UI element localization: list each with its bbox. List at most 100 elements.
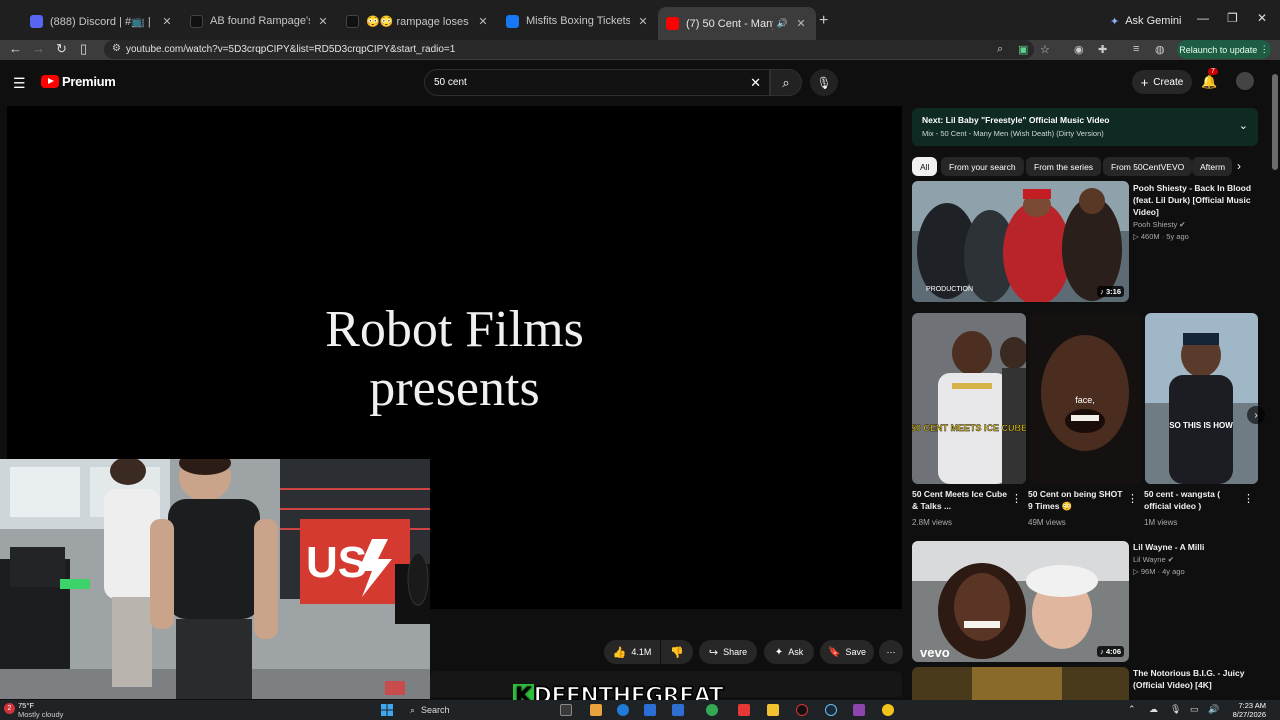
steam-icon[interactable] bbox=[825, 704, 837, 716]
chevron-right-icon[interactable]: › bbox=[1237, 159, 1241, 173]
weather-widget[interactable]: 75°F Mostly cloudy bbox=[18, 701, 63, 719]
weather-condition: Mostly cloudy bbox=[18, 710, 64, 719]
close-tab-icon[interactable]: ✕ bbox=[160, 15, 174, 28]
dislike-button[interactable]: 👎 bbox=[661, 640, 693, 664]
ask-button[interactable]: ✦ Ask bbox=[764, 640, 814, 664]
youtube-app-icon[interactable] bbox=[738, 704, 750, 716]
new-tab-button[interactable]: + bbox=[819, 12, 828, 30]
short-title[interactable]: 50 Cent Meets Ice Cube & Talks ... bbox=[912, 488, 1007, 512]
chip-aftermath[interactable]: Afterm bbox=[1192, 157, 1232, 176]
browser-tab-youtube[interactable]: (7) 50 Cent - Many Men (W 🔊 ✕ bbox=[658, 7, 816, 40]
close-tab-icon[interactable]: ✕ bbox=[636, 15, 650, 28]
more-vertical-icon[interactable]: ⋮ bbox=[1127, 492, 1138, 505]
folder-icon[interactable] bbox=[767, 704, 779, 716]
voice-search-button[interactable]: 🎙 bbox=[810, 69, 838, 96]
outlook-icon[interactable] bbox=[644, 704, 656, 716]
video-channel[interactable]: Pooh Shiesty ✔ bbox=[1133, 219, 1186, 230]
close-window-icon[interactable]: ✕ bbox=[1257, 11, 1267, 25]
extensions-puzzle-icon[interactable]: ✚ bbox=[1098, 43, 1107, 56]
search-input[interactable]: 50 cent ✕ bbox=[424, 69, 770, 96]
obs-icon[interactable] bbox=[796, 704, 808, 716]
volume-icon[interactable]: 🔊 bbox=[1208, 704, 1219, 715]
close-tab-icon[interactable]: ✕ bbox=[794, 17, 808, 30]
browser-tab-discord[interactable]: (888) Discord | #📺 | reactions ✕ bbox=[22, 8, 182, 34]
browser-tab-tiktok-2[interactable]: 😳😳 rampage loses it 😳😳 ✕ bbox=[338, 8, 498, 34]
short-thumbnail[interactable]: face, bbox=[1029, 313, 1142, 484]
install-app-icon[interactable]: ▣ bbox=[1018, 43, 1028, 56]
video-thumbnail[interactable]: PRODUCTION ♪ 3:16 bbox=[912, 181, 1129, 302]
zoom-icon[interactable]: ⌕ bbox=[997, 43, 1003, 56]
microphone-tray-icon[interactable]: 🎙 bbox=[1170, 704, 1181, 715]
ask-gemini-button[interactable]: ✦ Ask Gemini bbox=[1100, 11, 1191, 31]
chip-from-the-series[interactable]: From the series bbox=[1026, 157, 1102, 176]
word-icon[interactable] bbox=[672, 704, 684, 716]
video-title[interactable]: Pooh Shiesty - Back In Blood (feat. Lil … bbox=[1133, 182, 1258, 218]
clear-search-icon[interactable]: ✕ bbox=[750, 75, 761, 91]
more-actions-button[interactable]: ⋯ bbox=[879, 640, 903, 664]
visual-studio-icon[interactable] bbox=[853, 704, 865, 716]
chip-from-50centvevo[interactable]: From 50CentVEVO bbox=[1103, 157, 1193, 176]
scrollbar-thumb[interactable] bbox=[1272, 74, 1278, 170]
chevron-down-icon[interactable]: ⌄ bbox=[1239, 119, 1248, 132]
browser-tab-facebook[interactable]: Misfits Boxing Tickets Sat, Sep ✕ bbox=[498, 8, 658, 34]
video-thumbnail[interactable] bbox=[912, 667, 1129, 700]
extension-icon[interactable]: ◉ bbox=[1074, 43, 1084, 56]
edge-icon[interactable] bbox=[617, 704, 629, 716]
system-clock[interactable]: 7:23 AM 8/27/2026 bbox=[1226, 701, 1266, 719]
youtube-logo-icon[interactable] bbox=[41, 75, 59, 88]
menu-icon[interactable]: ☰ bbox=[13, 75, 26, 92]
short-title[interactable]: 50 Cent on being SHOT 9 Times 😳 bbox=[1028, 488, 1123, 512]
create-button[interactable]: + Create bbox=[1132, 70, 1192, 94]
save-button[interactable]: 🔖 Save bbox=[820, 640, 874, 664]
youtube-premium-logo[interactable]: Premium bbox=[62, 74, 116, 89]
browser-tab-tiktok-1[interactable]: AB found Rampage's step daug ✕ bbox=[182, 8, 338, 34]
video-title[interactable]: Lil Wayne - A Milli bbox=[1133, 541, 1258, 553]
chip-from-your-search[interactable]: From your search bbox=[941, 157, 1024, 176]
close-tab-icon[interactable]: ✕ bbox=[476, 15, 490, 28]
forward-arrow-icon[interactable]: → bbox=[32, 41, 45, 56]
video-duration: ♪ 3:16 bbox=[1097, 286, 1124, 297]
windows-start-icon[interactable] bbox=[381, 704, 393, 716]
video-channel[interactable]: Lil Wayne ✔ bbox=[1133, 554, 1174, 565]
search-button[interactable]: ⌕ bbox=[770, 69, 802, 96]
display-icon[interactable]: ▭ bbox=[1190, 704, 1199, 715]
show-hidden-icons-icon[interactable]: ⌃ bbox=[1128, 704, 1136, 715]
task-view-icon[interactable] bbox=[560, 704, 572, 716]
close-tab-icon[interactable]: ✕ bbox=[316, 15, 330, 28]
short-image: face, bbox=[1029, 313, 1142, 484]
chip-all[interactable]: All bbox=[912, 157, 938, 176]
share-button[interactable]: ↪ Share bbox=[699, 640, 757, 664]
site-info-icon[interactable]: ⚙ bbox=[112, 43, 121, 54]
restore-icon[interactable]: ❐ bbox=[1227, 11, 1238, 25]
chrome-icon[interactable] bbox=[706, 704, 718, 716]
video-title[interactable]: The Notorious B.I.G. - Juicy (Official V… bbox=[1133, 667, 1258, 691]
more-vertical-icon[interactable]: ⋮ bbox=[1011, 492, 1022, 505]
file-explorer-icon[interactable] bbox=[590, 704, 602, 716]
taskbar-search[interactable]: ⌕ Search bbox=[410, 702, 510, 718]
page-scrollbar[interactable] bbox=[1270, 60, 1280, 700]
address-bar[interactable]: ⚙ youtube.com/watch?v=5D3crqpCIPY&list=R… bbox=[104, 40, 1034, 59]
up-next-card[interactable]: Next: Lil Baby "Freestyle" Official Musi… bbox=[912, 108, 1258, 146]
short-thumbnail[interactable]: 50 CENT MEETS ICE CUBE bbox=[912, 313, 1026, 484]
like-button[interactable]: 👍 4.1M bbox=[604, 640, 660, 664]
side-panel-icon[interactable]: ▯ bbox=[80, 41, 87, 57]
media-controls-icon[interactable]: ≡ bbox=[1133, 43, 1139, 55]
thumbs-up-icon: 👍 bbox=[612, 646, 627, 659]
cloud-icon[interactable]: ☁ bbox=[1149, 704, 1158, 715]
avatar[interactable] bbox=[1236, 72, 1254, 90]
short-thumbnail[interactable]: SO THIS IS HOW bbox=[1145, 313, 1258, 484]
video-thumbnail[interactable]: vevo ♪ 4:06 bbox=[912, 541, 1129, 662]
profile-icon[interactable]: ◍ bbox=[1155, 43, 1165, 56]
weather-alert-icon[interactable]: 2 bbox=[4, 703, 15, 714]
minimize-icon[interactable]: — bbox=[1197, 11, 1209, 25]
audio-playing-icon[interactable]: 🔊 bbox=[777, 18, 788, 29]
back-arrow-icon[interactable]: ← bbox=[9, 41, 22, 56]
norton-icon[interactable] bbox=[882, 704, 894, 716]
notifications-button[interactable]: 🔔 7 bbox=[1201, 68, 1218, 90]
more-vertical-icon[interactable]: ⋮ bbox=[1243, 492, 1254, 505]
reload-icon[interactable]: ↻ bbox=[56, 41, 67, 57]
bookmark-star-icon[interactable]: ☆ bbox=[1040, 43, 1050, 56]
relaunch-to-update-button[interactable]: Relaunch to update ⋮ bbox=[1177, 40, 1271, 59]
short-title[interactable]: 50 cent - wangsta ( official video ) bbox=[1144, 488, 1239, 512]
shorts-next-arrow-icon[interactable]: › bbox=[1247, 406, 1265, 424]
